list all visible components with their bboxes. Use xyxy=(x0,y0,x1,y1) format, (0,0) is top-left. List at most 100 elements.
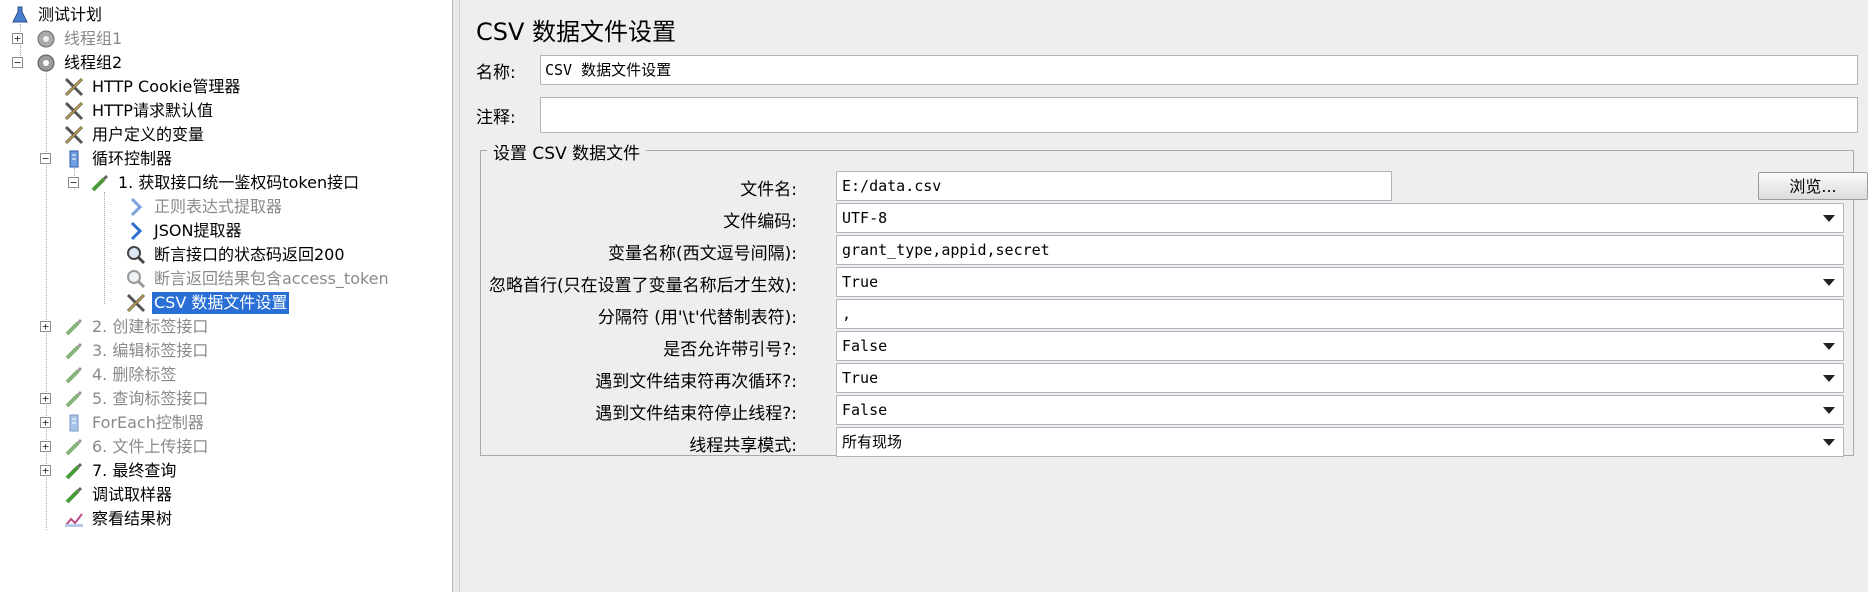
group-title: 设置 CSV 数据文件 xyxy=(487,139,647,164)
variable-names-input[interactable]: grant_type,appid,secret xyxy=(836,235,1844,265)
tools-icon xyxy=(62,76,86,98)
name-row: 名称: CSV 数据文件设置 xyxy=(476,55,1858,85)
comment-row: 注释: xyxy=(476,97,1858,133)
quoted-data-label: 是否允许带引号?: xyxy=(663,340,797,360)
variable-names-row: 变量名称(西文逗号间隔): grant_type,appid,secret xyxy=(481,235,1853,265)
ignore-first-line-combo[interactable]: True xyxy=(836,267,1844,297)
pipette-icon xyxy=(62,484,86,506)
flask-icon xyxy=(8,4,32,26)
tree-node-create-tag[interactable]: 2. 创建标签接口 xyxy=(62,315,210,339)
tree-node-label: HTTP请求默认值 xyxy=(92,101,213,120)
tree-node-delete-tag[interactable]: 4. 删除标签 xyxy=(62,363,178,387)
tree-node-file-upload[interactable]: 6. 文件上传接口 xyxy=(62,435,210,459)
tree-node-query-tag[interactable]: 5. 查询标签接口 xyxy=(62,387,210,411)
expand-toggle[interactable]: + xyxy=(40,393,51,404)
quoted-data-row: 是否允许带引号?: False xyxy=(481,331,1853,361)
tree-node-cookie-manager[interactable]: HTTP Cookie管理器 xyxy=(62,75,242,99)
ignore-first-line-row: 忽略首行(只在设置了变量名称后才生效): True xyxy=(481,267,1853,297)
pipette-icon xyxy=(62,364,86,386)
tree-node-regex-extractor[interactable]: 正则表达式提取器 xyxy=(124,195,284,219)
stop-thread-eof-combo[interactable]: False xyxy=(836,395,1844,425)
tree-node-label: 察看结果树 xyxy=(92,509,173,528)
expand-toggle[interactable]: + xyxy=(40,321,51,332)
tree-node-status-assertion[interactable]: 断言接口的状态码返回200 xyxy=(124,243,347,267)
tree-node-label: 断言返回结果包含access_token xyxy=(154,269,389,288)
tree-node-http-defaults[interactable]: HTTP请求默认值 xyxy=(62,99,215,123)
tree-node-label: HTTP Cookie管理器 xyxy=(92,77,241,96)
name-label: 名称: xyxy=(476,62,516,83)
tree-node-loop-controller[interactable]: 循环控制器 xyxy=(62,147,174,171)
browse-button[interactable]: 浏览... xyxy=(1758,172,1868,200)
magnifier-icon xyxy=(124,244,148,266)
expand-toggle[interactable]: + xyxy=(40,465,51,476)
recycle-eof-combo[interactable]: True xyxy=(836,363,1844,393)
chevron-down-icon xyxy=(1823,407,1835,414)
csv-settings-group: 设置 CSV 数据文件 文件名: E:/data.csv 浏览... 文件编码:… xyxy=(480,139,1868,457)
collapse-toggle[interactable]: − xyxy=(12,57,23,68)
tree-node-foreach-controller[interactable]: ForEach控制器 xyxy=(62,411,206,435)
tree-node-label: 线程组2 xyxy=(64,53,123,72)
pipette-icon xyxy=(62,436,86,458)
encoding-row: 文件编码: UTF-8 xyxy=(481,203,1853,233)
expand-toggle[interactable]: + xyxy=(12,33,23,44)
quoted-data-combo[interactable]: False xyxy=(836,331,1844,361)
pane-splitter[interactable] xyxy=(452,0,460,592)
gear-icon xyxy=(34,52,58,74)
stop-thread-eof-value: False xyxy=(842,401,888,419)
chevron-down-icon xyxy=(1823,375,1835,382)
tree-node-thread-group-2[interactable]: 线程组2 xyxy=(34,51,124,75)
pipette-icon xyxy=(62,388,86,410)
tree-node-label: 循环控制器 xyxy=(92,149,173,168)
tree-node-final-query[interactable]: 7. 最终查询 xyxy=(62,459,178,483)
pipette-icon xyxy=(62,460,86,482)
comment-input[interactable] xyxy=(540,97,1858,133)
test-plan-tree[interactable]: 测试计划 + 线程组1 − 线程组2 HTTP Cookie管理器 HTTP请求… xyxy=(0,0,452,592)
recycle-eof-value: True xyxy=(842,369,879,387)
name-input[interactable]: CSV 数据文件设置 xyxy=(540,55,1858,85)
tree-node-label: 线程组1 xyxy=(64,29,123,48)
encoding-combo[interactable]: UTF-8 xyxy=(836,203,1844,233)
stop-thread-eof-row: 遇到文件结束符停止线程?: False xyxy=(481,395,1853,425)
tree-node-label: 5. 查询标签接口 xyxy=(92,389,209,408)
encoding-label: 文件编码: xyxy=(723,212,797,232)
extractor-arrow-icon xyxy=(124,220,148,242)
chevron-down-icon xyxy=(1823,439,1835,446)
tools-icon xyxy=(62,124,86,146)
tree-node-label: 测试计划 xyxy=(38,5,103,24)
tree-node-label: 用户定义的变量 xyxy=(92,125,205,144)
tree-node-thread-group-1[interactable]: 线程组1 xyxy=(34,27,124,51)
delimiter-input[interactable]: , xyxy=(836,299,1844,329)
tools-icon xyxy=(124,292,148,314)
tree-node-label: 正则表达式提取器 xyxy=(154,197,283,216)
collapse-toggle[interactable]: − xyxy=(40,153,51,164)
delimiter-row: 分隔符 (用'\t'代替制表符): , xyxy=(481,299,1853,329)
expand-toggle[interactable]: + xyxy=(40,441,51,452)
tree-node-json-extractor[interactable]: JSON提取器 xyxy=(124,219,243,243)
filename-input[interactable]: E:/data.csv xyxy=(836,171,1392,201)
comment-label: 注释: xyxy=(476,107,516,128)
pipette-icon xyxy=(62,316,86,338)
tree-node-token-assertion[interactable]: 断言返回结果包含access_token xyxy=(124,267,391,291)
tools-icon xyxy=(62,100,86,122)
tree-node-label: 3. 编辑标签接口 xyxy=(92,341,209,360)
tree-node-label: 7. 最终查询 xyxy=(92,461,177,480)
collapse-toggle[interactable]: − xyxy=(68,177,79,188)
tree-node-results-tree[interactable]: 察看结果树 xyxy=(62,507,174,531)
tree-node-label: CSV 数据文件设置 xyxy=(152,292,290,314)
tree-node-edit-tag[interactable]: 3. 编辑标签接口 xyxy=(62,339,210,363)
tree-node-root[interactable]: 测试计划 xyxy=(8,3,104,27)
recycle-eof-row: 遇到文件结束符再次循环?: True xyxy=(481,363,1853,393)
ignore-first-line-value: True xyxy=(842,273,879,291)
pipette-icon xyxy=(62,340,86,362)
tree-node-user-variables[interactable]: 用户定义的变量 xyxy=(62,123,206,147)
variable-names-label: 变量名称(西文逗号间隔): xyxy=(608,244,797,264)
encoding-value: UTF-8 xyxy=(842,209,888,227)
tree-node-debug-sampler[interactable]: 调试取样器 xyxy=(62,483,174,507)
tree-node-auth-token-request[interactable]: 1. 获取接口统一鉴权码token接口 xyxy=(88,171,361,195)
quoted-data-value: False xyxy=(842,337,888,355)
magnifier-icon xyxy=(124,268,148,290)
sharing-mode-combo[interactable]: 所有现场 xyxy=(836,427,1844,457)
expand-toggle[interactable]: + xyxy=(40,417,51,428)
tree-node-csv-data-set[interactable]: CSV 数据文件设置 xyxy=(124,291,290,315)
sharing-mode-label: 线程共享模式: xyxy=(689,436,797,456)
